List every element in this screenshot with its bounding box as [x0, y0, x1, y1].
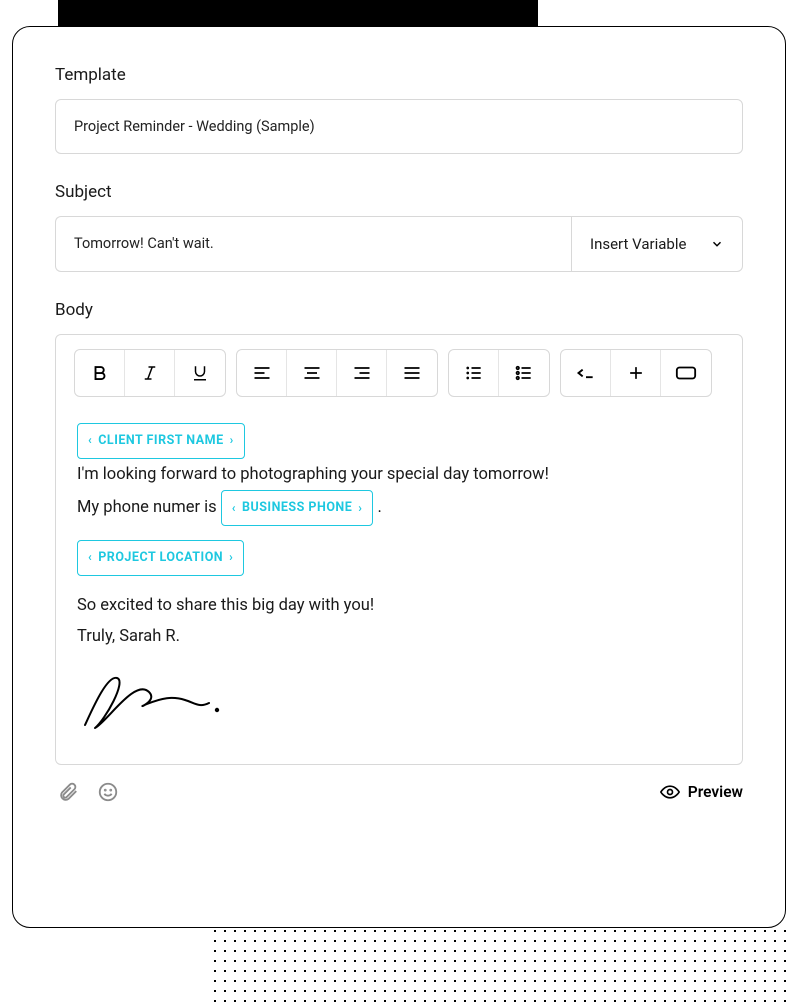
- chevron-left-icon: ‹: [232, 497, 236, 520]
- code-block-button[interactable]: [561, 350, 611, 396]
- text-style-group: [74, 349, 226, 397]
- editor-bottom-bar: Preview: [55, 779, 743, 805]
- align-center-button[interactable]: [287, 350, 337, 396]
- paperclip-icon: [57, 781, 79, 803]
- preview-label: Preview: [688, 783, 743, 801]
- body-text-segment: .: [378, 498, 382, 517]
- chevron-left-icon: ‹: [88, 546, 92, 569]
- chevron-down-icon: [710, 237, 724, 251]
- chevron-right-icon: ›: [229, 546, 233, 569]
- insert-variable-dropdown[interactable]: Insert Variable: [571, 216, 743, 272]
- variable-label: CLIENT FIRST NAME: [98, 429, 223, 453]
- body-editor[interactable]: ‹ CLIENT FIRST NAME › I'm looking forwar…: [74, 423, 724, 744]
- ordered-list-button[interactable]: [449, 350, 499, 396]
- signature-image: [77, 670, 721, 743]
- bold-button[interactable]: [75, 350, 125, 396]
- template-label: Template: [55, 65, 743, 85]
- list-group: [448, 349, 550, 397]
- add-button[interactable]: [611, 350, 661, 396]
- insert-variable-label: Insert Variable: [590, 235, 686, 253]
- unordered-list-button[interactable]: [499, 350, 549, 396]
- decorative-dots: [210, 926, 790, 1008]
- body-label: Body: [55, 300, 743, 320]
- align-right-button[interactable]: [337, 350, 387, 396]
- italic-button[interactable]: [125, 350, 175, 396]
- container-button[interactable]: [661, 350, 711, 396]
- preview-button[interactable]: Preview: [660, 782, 743, 802]
- template-input[interactable]: Project Reminder - Wedding (Sample): [55, 99, 743, 154]
- subject-input[interactable]: Tomorrow! Can't wait.: [55, 216, 571, 272]
- variable-business-phone[interactable]: ‹ BUSINESS PHONE ›: [221, 490, 374, 526]
- body-text-line: I'm looking forward to photographing you…: [77, 459, 721, 490]
- alignment-group: [236, 349, 438, 397]
- eye-icon: [660, 782, 680, 802]
- smile-icon: [97, 781, 119, 803]
- variable-label: PROJECT LOCATION: [98, 546, 223, 570]
- insert-group: [560, 349, 712, 397]
- chevron-left-icon: ‹: [88, 429, 92, 452]
- body-text-segment: My phone numer is: [77, 498, 221, 517]
- chevron-right-icon: ›: [358, 497, 362, 520]
- subject-row: Tomorrow! Can't wait. Insert Variable: [55, 216, 743, 272]
- align-left-button[interactable]: [237, 350, 287, 396]
- underline-button[interactable]: [175, 350, 225, 396]
- variable-label: BUSINESS PHONE: [242, 496, 352, 520]
- chevron-right-icon: ›: [230, 429, 234, 452]
- body-text-line: So excited to share this big day with yo…: [77, 590, 721, 621]
- emoji-button[interactable]: [95, 779, 121, 805]
- align-justify-button[interactable]: [387, 350, 437, 396]
- body-editor-container: ‹ CLIENT FIRST NAME › I'm looking forwar…: [55, 334, 743, 765]
- attachment-button[interactable]: [55, 779, 81, 805]
- variable-project-location[interactable]: ‹ PROJECT LOCATION ›: [77, 540, 244, 576]
- subject-label: Subject: [55, 182, 743, 202]
- email-template-editor: Template Project Reminder - Wedding (Sam…: [12, 26, 786, 928]
- body-text-line: Truly, Sarah R.: [77, 621, 721, 652]
- formatting-toolbar: [74, 349, 724, 397]
- variable-client-first-name[interactable]: ‹ CLIENT FIRST NAME ›: [77, 423, 245, 459]
